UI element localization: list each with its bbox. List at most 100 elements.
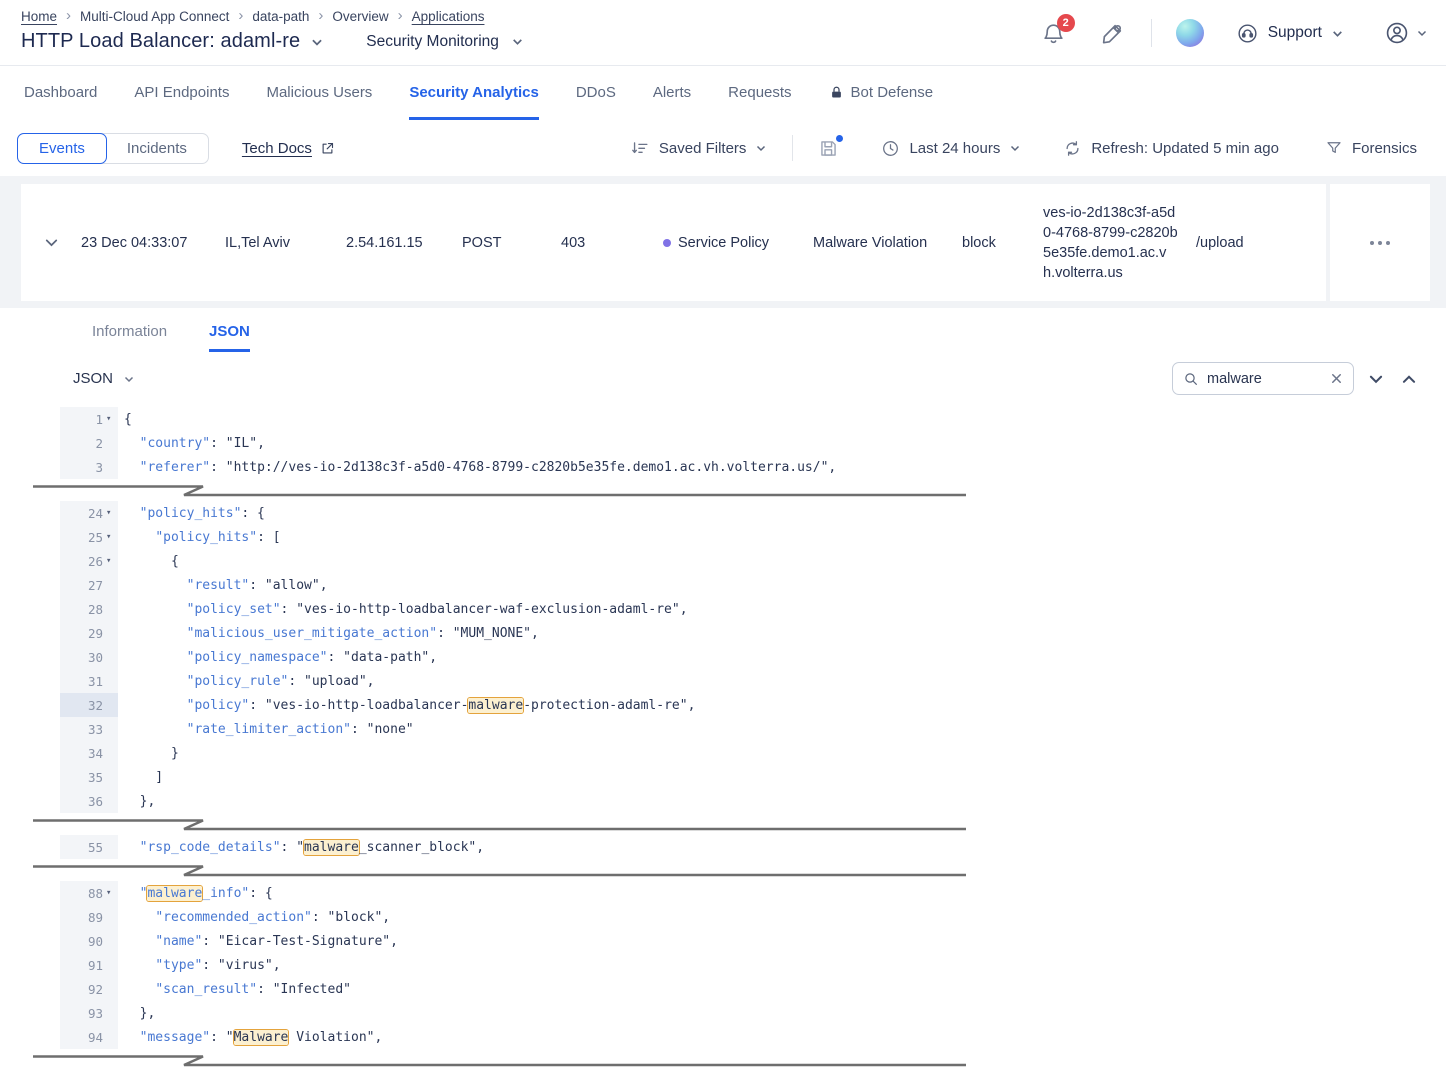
collapsed-lines-fold[interactable] — [33, 1052, 969, 1068]
collapsed-lines-fold[interactable] — [33, 862, 969, 878]
code-text: "country": "IL", — [118, 436, 265, 451]
line-gutter: 34 — [60, 741, 118, 765]
page-header: Home › Multi-Cloud App Connect › data-pa… — [0, 0, 1446, 65]
tab-dashboard[interactable]: Dashboard — [24, 66, 97, 120]
search-match-highlight: malware — [304, 840, 359, 855]
tab-api-endpoints[interactable]: API Endpoints — [134, 66, 229, 120]
event-time: 23 Dec 04:33:07 — [81, 235, 225, 251]
breadcrumb-overview[interactable]: Overview — [332, 9, 388, 24]
collapsed-lines-fold[interactable] — [33, 482, 969, 498]
code-line: 25▾ "policy_hits": [ — [60, 525, 1446, 549]
tab-bot-defense[interactable]: Bot Defense — [829, 66, 934, 120]
fold-caret-icon[interactable]: ▾ — [103, 888, 118, 898]
tab-malicious-users[interactable]: Malicious Users — [266, 66, 372, 120]
line-gutter: 3 — [60, 455, 118, 479]
line-gutter: 55 — [60, 835, 118, 859]
events-table: 23 Dec 04:33:07 IL,Tel Aviv 2.54.161.15 … — [0, 176, 1446, 308]
row-actions-menu-icon[interactable] — [1364, 235, 1396, 251]
events-incidents-toggle: Events Incidents — [17, 133, 209, 164]
breadcrumb-applications[interactable]: Applications — [412, 9, 485, 24]
line-gutter: 35 — [60, 765, 118, 789]
monitoring-select[interactable]: Security Monitoring — [366, 33, 524, 51]
collapsed-lines-fold[interactable] — [33, 816, 969, 832]
fold-caret-icon[interactable]: ▾ — [103, 508, 118, 518]
search-prev-match-button[interactable] — [1398, 368, 1420, 390]
search-match-highlight: malware — [468, 698, 523, 713]
refresh-button[interactable]: Refresh: Updated 5 min ago — [1063, 139, 1279, 158]
search-icon — [1183, 371, 1199, 387]
event-location: IL,Tel Aviv — [225, 235, 346, 251]
code-line: 34 } — [60, 741, 1446, 765]
line-number: 2 — [95, 436, 103, 451]
tab-json[interactable]: JSON — [209, 323, 250, 352]
funnel-icon — [1325, 139, 1343, 157]
json-format-select[interactable]: JSON — [73, 370, 135, 387]
ai-assistant-icon[interactable] — [1176, 19, 1204, 47]
line-number: 28 — [88, 602, 103, 617]
line-number: 91 — [88, 958, 103, 973]
time-range-dropdown[interactable]: Last 24 hours — [881, 139, 1021, 158]
notifications-bell-icon[interactable]: 2 — [1041, 21, 1066, 46]
line-number: 92 — [88, 982, 103, 997]
unsaved-changes-dot — [836, 135, 843, 142]
fold-caret-icon[interactable]: ▾ — [103, 556, 118, 566]
code-line: 28 "policy_set": "ves-io-http-loadbalanc… — [60, 597, 1446, 621]
support-menu[interactable]: Support — [1236, 22, 1344, 45]
code-text: "scan_result": "Infected" — [118, 982, 351, 997]
support-headset-icon — [1236, 22, 1259, 45]
json-search-input[interactable] — [1207, 371, 1322, 387]
event-host: ves-io-2d138c3f-a5d0-4768-8799-c2820b5e3… — [1043, 203, 1196, 283]
search-match-highlight: Malware — [234, 1030, 289, 1045]
search-clear-icon[interactable] — [1330, 372, 1343, 385]
incidents-toggle-button[interactable]: Incidents — [106, 134, 208, 163]
breadcrumb-home[interactable]: Home — [21, 9, 57, 24]
account-menu[interactable] — [1384, 20, 1428, 46]
event-violation: Malware Violation — [813, 235, 962, 251]
breadcrumb-separator-icon: › — [318, 8, 323, 23]
tab-requests[interactable]: Requests — [728, 66, 791, 120]
notification-count-badge: 2 — [1057, 14, 1075, 32]
forensics-button[interactable]: Forensics — [1325, 139, 1417, 157]
theme-brush-icon[interactable] — [1100, 21, 1125, 46]
code-text: "name": "Eicar-Test-Signature", — [118, 934, 398, 949]
code-line: 24▾ "policy_hits": { — [60, 501, 1446, 525]
tab-security-analytics[interactable]: Security Analytics — [409, 66, 539, 120]
lock-icon — [829, 85, 844, 100]
line-gutter: 24▾ — [60, 501, 118, 525]
fold-caret-icon[interactable]: ▾ — [103, 414, 118, 424]
tab-information[interactable]: Information — [92, 323, 167, 352]
fold-caret-icon[interactable]: ▾ — [103, 532, 118, 542]
line-number: 31 — [88, 674, 103, 689]
refresh-icon — [1063, 139, 1082, 158]
line-number: 34 — [88, 746, 103, 761]
code-text: "policy_namespace": "data-path", — [118, 650, 437, 665]
lb-select-chevron-down-icon[interactable] — [310, 35, 324, 49]
chevron-down-icon — [511, 35, 524, 48]
tab-alerts[interactable]: Alerts — [653, 66, 691, 120]
events-toggle-button[interactable]: Events — [17, 133, 107, 164]
chevron-down-icon — [755, 142, 767, 154]
row-expand-chevron-icon[interactable] — [21, 234, 81, 251]
line-gutter: 30 — [60, 645, 118, 669]
code-line: 2 "country": "IL", — [60, 431, 1446, 455]
saved-filters-dropdown[interactable]: Saved Filters — [631, 139, 768, 158]
code-line: 33 "rate_limiter_action": "none" — [60, 717, 1446, 741]
line-number: 89 — [88, 910, 103, 925]
code-line: 92 "scan_result": "Infected" — [60, 977, 1446, 1001]
event-row[interactable]: 23 Dec 04:33:07 IL,Tel Aviv 2.54.161.15 … — [21, 184, 1326, 301]
line-gutter: 25▾ — [60, 525, 118, 549]
save-filter-button[interactable] — [818, 138, 839, 159]
line-gutter: 92 — [60, 977, 118, 1001]
search-next-match-button[interactable] — [1365, 368, 1387, 390]
line-gutter: 27 — [60, 573, 118, 597]
breadcrumb-namespace[interactable]: data-path — [252, 9, 309, 24]
code-line: 89 "recommended_action": "block", — [60, 905, 1446, 929]
tab-ddos[interactable]: DDoS — [576, 66, 616, 120]
breadcrumb-multicloud[interactable]: Multi-Cloud App Connect — [80, 9, 229, 24]
code-line: 29 "malicious_user_mitigate_action": "MU… — [60, 621, 1446, 645]
line-number: 29 — [88, 626, 103, 641]
event-actions-cell — [1330, 184, 1430, 301]
tech-docs-link[interactable]: Tech Docs — [242, 140, 312, 157]
code-text: "type": "virus", — [118, 958, 281, 973]
filter-lines-icon — [631, 139, 650, 158]
